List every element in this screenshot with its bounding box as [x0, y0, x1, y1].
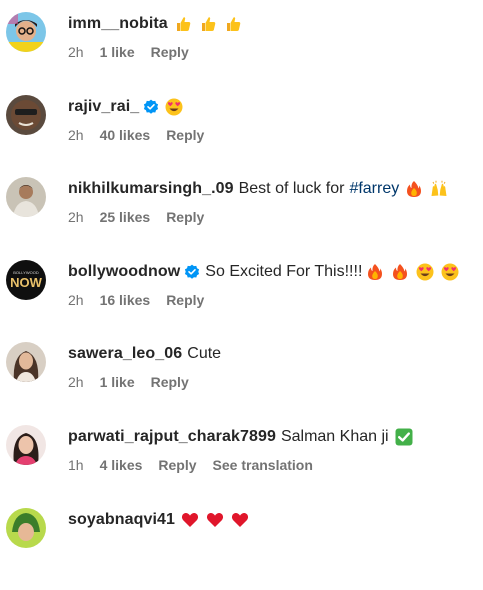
- likes-count[interactable]: 40 likes: [100, 127, 151, 143]
- comment-line: nikhilkumarsingh_.09 Best of luck for #f…: [68, 177, 455, 201]
- username[interactable]: soyabnaqvi41: [68, 508, 175, 532]
- comment-line: bollywoodnow So Excited For This!!!!: [68, 260, 466, 284]
- avatar[interactable]: [6, 342, 46, 382]
- heart-eyes-icon: [165, 98, 183, 116]
- comment-meta: 2h 16 likes Reply: [68, 291, 220, 309]
- emoji-group: [366, 263, 466, 281]
- verified-badge-icon: [143, 99, 159, 115]
- emoji-group: [165, 98, 190, 116]
- comment-item: soyabnaqvi41: [0, 508, 483, 590]
- comment-item: sawera_leo_06 Cute 2h 1 like Reply: [0, 342, 483, 424]
- reply-button[interactable]: Reply: [151, 44, 189, 60]
- verified-badge-icon: [184, 264, 200, 280]
- red-heart-icon: [206, 511, 224, 529]
- likes-count[interactable]: 16 likes: [100, 292, 151, 308]
- see-translation-button[interactable]: See translation: [213, 457, 313, 473]
- timestamp[interactable]: 2h: [68, 209, 84, 225]
- username[interactable]: rajiv_rai_: [68, 95, 139, 119]
- heart-eyes-icon: [416, 263, 434, 281]
- emoji-group: [181, 511, 256, 529]
- comment-text: So Excited For This!!!!: [205, 263, 363, 280]
- likes-count[interactable]: 4 likes: [100, 457, 143, 473]
- reply-button[interactable]: Reply: [166, 209, 204, 225]
- likes-count[interactable]: 25 likes: [100, 209, 151, 225]
- check-mark-icon: [395, 428, 413, 446]
- comment-item: nikhilkumarsingh_.09 Best of luck for #f…: [0, 177, 483, 259]
- timestamp[interactable]: 2h: [68, 292, 84, 308]
- avatar[interactable]: BOLLYWOOD NOW: [6, 260, 46, 300]
- username[interactable]: parwati_rajput_charak7899: [68, 425, 276, 449]
- comment-line: sawera_leo_06 Cute: [68, 342, 221, 366]
- avatar[interactable]: [6, 12, 46, 52]
- avatar[interactable]: [6, 425, 46, 465]
- comment-list: imm__nobita 2h 1 like Reply rajiv_rai_ 2…: [0, 0, 483, 548]
- comment-meta: 2h 25 likes Reply: [68, 208, 220, 226]
- username[interactable]: sawera_leo_06: [68, 342, 182, 366]
- comment-line: imm__nobita: [68, 12, 249, 36]
- username[interactable]: bollywoodnow: [68, 260, 180, 284]
- timestamp[interactable]: 2h: [68, 374, 84, 390]
- emoji-group: [395, 428, 420, 446]
- username[interactable]: imm__nobita: [68, 12, 168, 36]
- fire-icon: [405, 180, 423, 198]
- comment-text: Best of luck for: [238, 180, 345, 197]
- comment-item: BOLLYWOOD NOW bollywoodnow So Excited Fo…: [0, 260, 483, 342]
- fire-icon: [391, 263, 409, 281]
- red-heart-icon: [231, 511, 249, 529]
- raised-hands-icon: [430, 180, 448, 198]
- timestamp[interactable]: 2h: [68, 127, 84, 143]
- avatar[interactable]: [6, 177, 46, 217]
- comment-line: parwati_rajput_charak7899 Salman Khan ji: [68, 425, 420, 449]
- thumbs-up-icon: [224, 15, 242, 33]
- likes-count[interactable]: 1 like: [100, 374, 135, 390]
- comment-line: rajiv_rai_: [68, 95, 190, 119]
- thumbs-up-icon: [174, 15, 192, 33]
- reply-button[interactable]: Reply: [151, 374, 189, 390]
- emoji-group: [174, 15, 249, 33]
- comment-item: imm__nobita 2h 1 like Reply: [0, 12, 483, 94]
- comment-item: parwati_rajput_charak7899 Salman Khan ji…: [0, 425, 483, 507]
- emoji-group: [405, 180, 455, 198]
- comment-item: rajiv_rai_ 2h 40 likes Reply: [0, 95, 483, 177]
- avatar[interactable]: [6, 95, 46, 135]
- timestamp[interactable]: 2h: [68, 44, 84, 60]
- reply-button[interactable]: Reply: [166, 127, 204, 143]
- comment-meta: 2h 1 like Reply: [68, 373, 205, 391]
- fire-icon: [366, 263, 384, 281]
- avatar-logo-text: NOW: [10, 275, 43, 290]
- username[interactable]: nikhilkumarsingh_.09: [68, 177, 234, 201]
- timestamp[interactable]: 1h: [68, 457, 84, 473]
- hashtag-link[interactable]: #farrey: [349, 177, 399, 201]
- comment-line: soyabnaqvi41: [68, 508, 256, 532]
- comment-text: Salman Khan ji: [280, 428, 389, 445]
- reply-button[interactable]: Reply: [166, 292, 204, 308]
- heart-eyes-icon: [441, 263, 459, 281]
- red-heart-icon: [181, 511, 199, 529]
- reply-button[interactable]: Reply: [158, 457, 196, 473]
- comment-meta: 2h 1 like Reply: [68, 43, 205, 61]
- comment-meta: 2h 40 likes Reply: [68, 126, 220, 144]
- avatar[interactable]: [6, 508, 46, 548]
- comment-text: Cute: [187, 345, 222, 362]
- comment-meta: 1h 4 likes Reply See translation: [68, 456, 329, 474]
- likes-count[interactable]: 1 like: [100, 44, 135, 60]
- thumbs-up-icon: [199, 15, 217, 33]
